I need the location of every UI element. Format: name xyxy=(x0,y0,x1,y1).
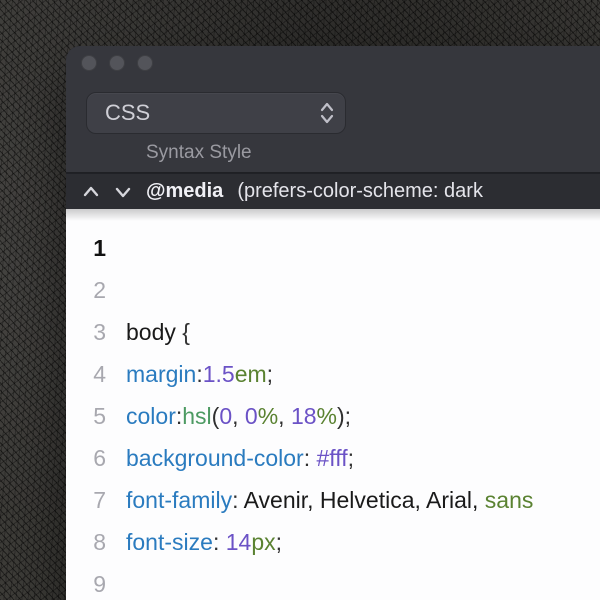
code-line: body { xyxy=(126,311,600,353)
breadcrumb[interactable]: @media (prefers-color-scheme: dark xyxy=(66,173,600,209)
breadcrumb-keyword: @media xyxy=(146,180,223,203)
chevron-down-icon[interactable] xyxy=(114,183,132,201)
window-titlebar[interactable] xyxy=(66,46,600,80)
code-editor[interactable]: 123456789 body {margin:1.5em;color:hsl(0… xyxy=(66,209,600,600)
code-line: color:hsl(0, 0%, 18%); xyxy=(126,395,600,437)
line-number: 9 xyxy=(66,563,106,600)
language-select-value: CSS xyxy=(86,92,346,134)
select-chevrons-icon xyxy=(320,102,334,124)
line-number-gutter: 123456789 xyxy=(66,209,116,600)
line-number: 7 xyxy=(66,479,106,521)
code-line xyxy=(126,227,600,269)
line-number: 1 xyxy=(66,227,106,269)
code-line: background-color: #fff; xyxy=(126,437,600,479)
fold-controls[interactable] xyxy=(82,183,132,201)
code-line xyxy=(126,563,600,600)
line-number: 6 xyxy=(66,437,106,479)
chevron-up-icon[interactable] xyxy=(82,183,100,201)
close-icon[interactable] xyxy=(81,55,97,71)
code-line: font-size: 14px; xyxy=(126,521,600,563)
code-line: margin:1.5em; xyxy=(126,353,600,395)
language-select-label: Syntax Style xyxy=(146,142,600,164)
code-area[interactable]: body {margin:1.5em;color:hsl(0, 0%, 18%)… xyxy=(116,209,600,600)
line-number: 4 xyxy=(66,353,106,395)
code-line xyxy=(126,269,600,311)
line-number: 5 xyxy=(66,395,106,437)
code-line: font-family: Avenir, Helvetica, Arial, s… xyxy=(126,479,600,521)
zoom-icon[interactable] xyxy=(137,55,153,71)
minimize-icon[interactable] xyxy=(109,55,125,71)
breadcrumb-args: (prefers-color-scheme: dark xyxy=(237,180,483,203)
editor-window: CSS Syntax Style @media (prefers-color-s… xyxy=(66,46,600,600)
line-number: 2 xyxy=(66,269,106,311)
line-number: 8 xyxy=(66,521,106,563)
toolbar: CSS Syntax Style xyxy=(66,80,600,173)
line-number: 3 xyxy=(66,311,106,353)
language-select[interactable]: CSS xyxy=(86,92,346,134)
